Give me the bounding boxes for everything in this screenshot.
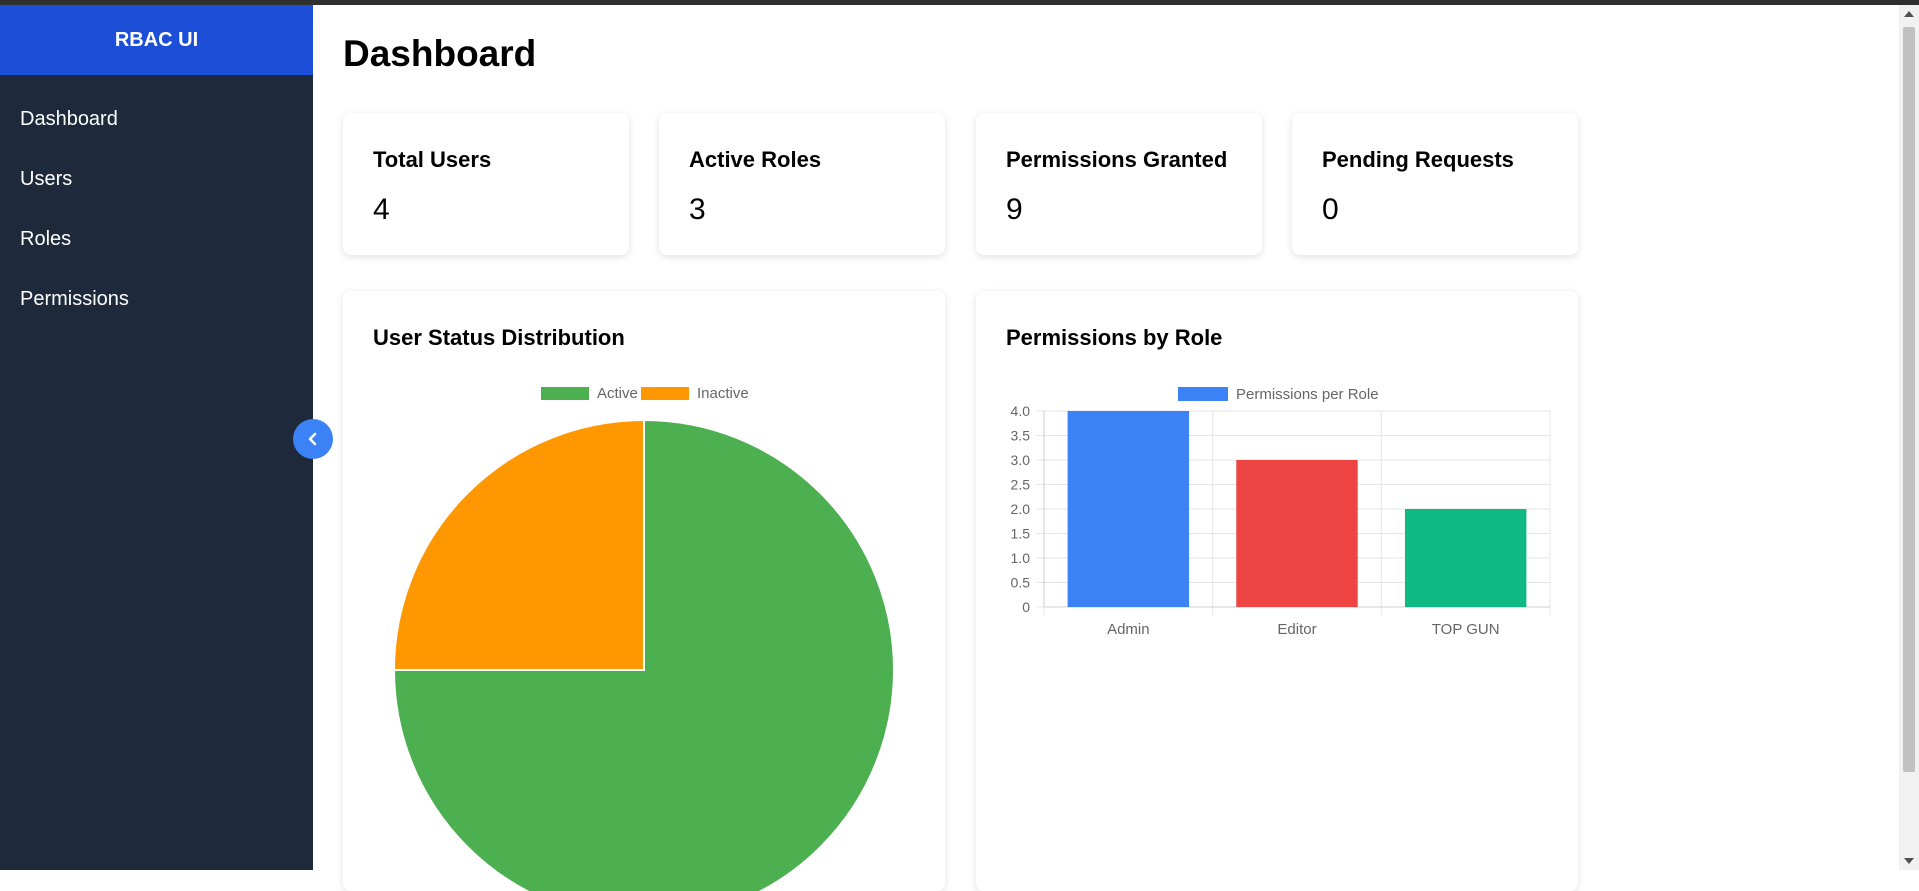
stat-title: Active Roles [689,147,821,173]
stat-value: 3 [689,193,706,227]
y-tick-label: 1.5 [1011,526,1031,542]
stat-card-active-roles: Active Roles 3 [659,113,945,255]
x-tick-label: Admin [1107,621,1150,638]
bar-top-gun [1405,509,1526,607]
stat-value: 0 [1322,193,1339,227]
vertical-scrollbar[interactable] [1899,5,1919,870]
legend-label-active: Active [597,385,638,402]
y-tick-label: 0.5 [1011,575,1031,591]
scrollbar-thumb[interactable] [1903,27,1915,772]
sidebar-item-roles[interactable]: Roles [0,209,313,269]
legend-swatch-active [541,387,589,400]
y-tick-label: 2.5 [1011,477,1031,493]
stat-title: Pending Requests [1322,147,1514,173]
sidebar-nav: Dashboard Users Roles Permissions [0,89,313,329]
page-title: Dashboard [343,33,536,75]
pie-slice-inactive [394,420,644,670]
y-tick-label: 3.5 [1011,428,1031,444]
x-tick-label: TOP GUN [1432,621,1500,638]
sidebar: RBAC UI Dashboard Users Roles Permission… [0,5,313,870]
sidebar-item-permissions[interactable]: Permissions [0,269,313,329]
stat-title: Total Users [373,147,491,173]
bar-chart: Permissions per Role 4.0 3.5 3.0 2.5 2.0 1.5 1.… [976,291,1578,891]
legend-label: Permissions per Role [1236,386,1379,403]
stat-value: 9 [1006,193,1023,227]
stat-card-total-users: Total Users 4 [343,113,629,255]
stat-card-permissions-granted: Permissions Granted 9 [976,113,1262,255]
y-tick-label: 3.0 [1011,452,1031,468]
stat-card-pending-requests: Pending Requests 0 [1292,113,1578,255]
pie-chart: Active Inactive [343,291,945,891]
scroll-up-arrow-icon[interactable] [1904,11,1914,17]
brand-header: RBAC UI [0,5,313,75]
main-content: Dashboard Total Users 4 Active Roles 3 P… [313,5,1899,870]
permissions-by-role-chart-card: Permissions by Role Permissions per Role… [976,291,1578,891]
sidebar-item-users[interactable]: Users [0,149,313,209]
y-tick-label: 2.0 [1011,501,1031,517]
user-status-chart-card: User Status Distribution ActiveInactive [343,291,945,891]
bar-admin [1068,411,1189,607]
y-tick-label: 0 [1022,599,1030,615]
x-tick-label: Editor [1277,621,1316,638]
bar-editor [1236,460,1357,607]
scroll-down-arrow-icon[interactable] [1904,858,1914,864]
stat-title: Permissions Granted [1006,147,1227,173]
brand-title: RBAC UI [115,29,198,52]
legend-swatch-permissions-per-role [1178,387,1228,401]
legend-swatch-inactive [641,387,689,400]
y-tick-label: 4.0 [1011,403,1031,419]
legend-label-inactive: Inactive [697,385,749,402]
sidebar-item-dashboard[interactable]: Dashboard [0,89,313,149]
y-tick-label: 1.0 [1011,550,1031,566]
stat-value: 4 [373,193,390,227]
